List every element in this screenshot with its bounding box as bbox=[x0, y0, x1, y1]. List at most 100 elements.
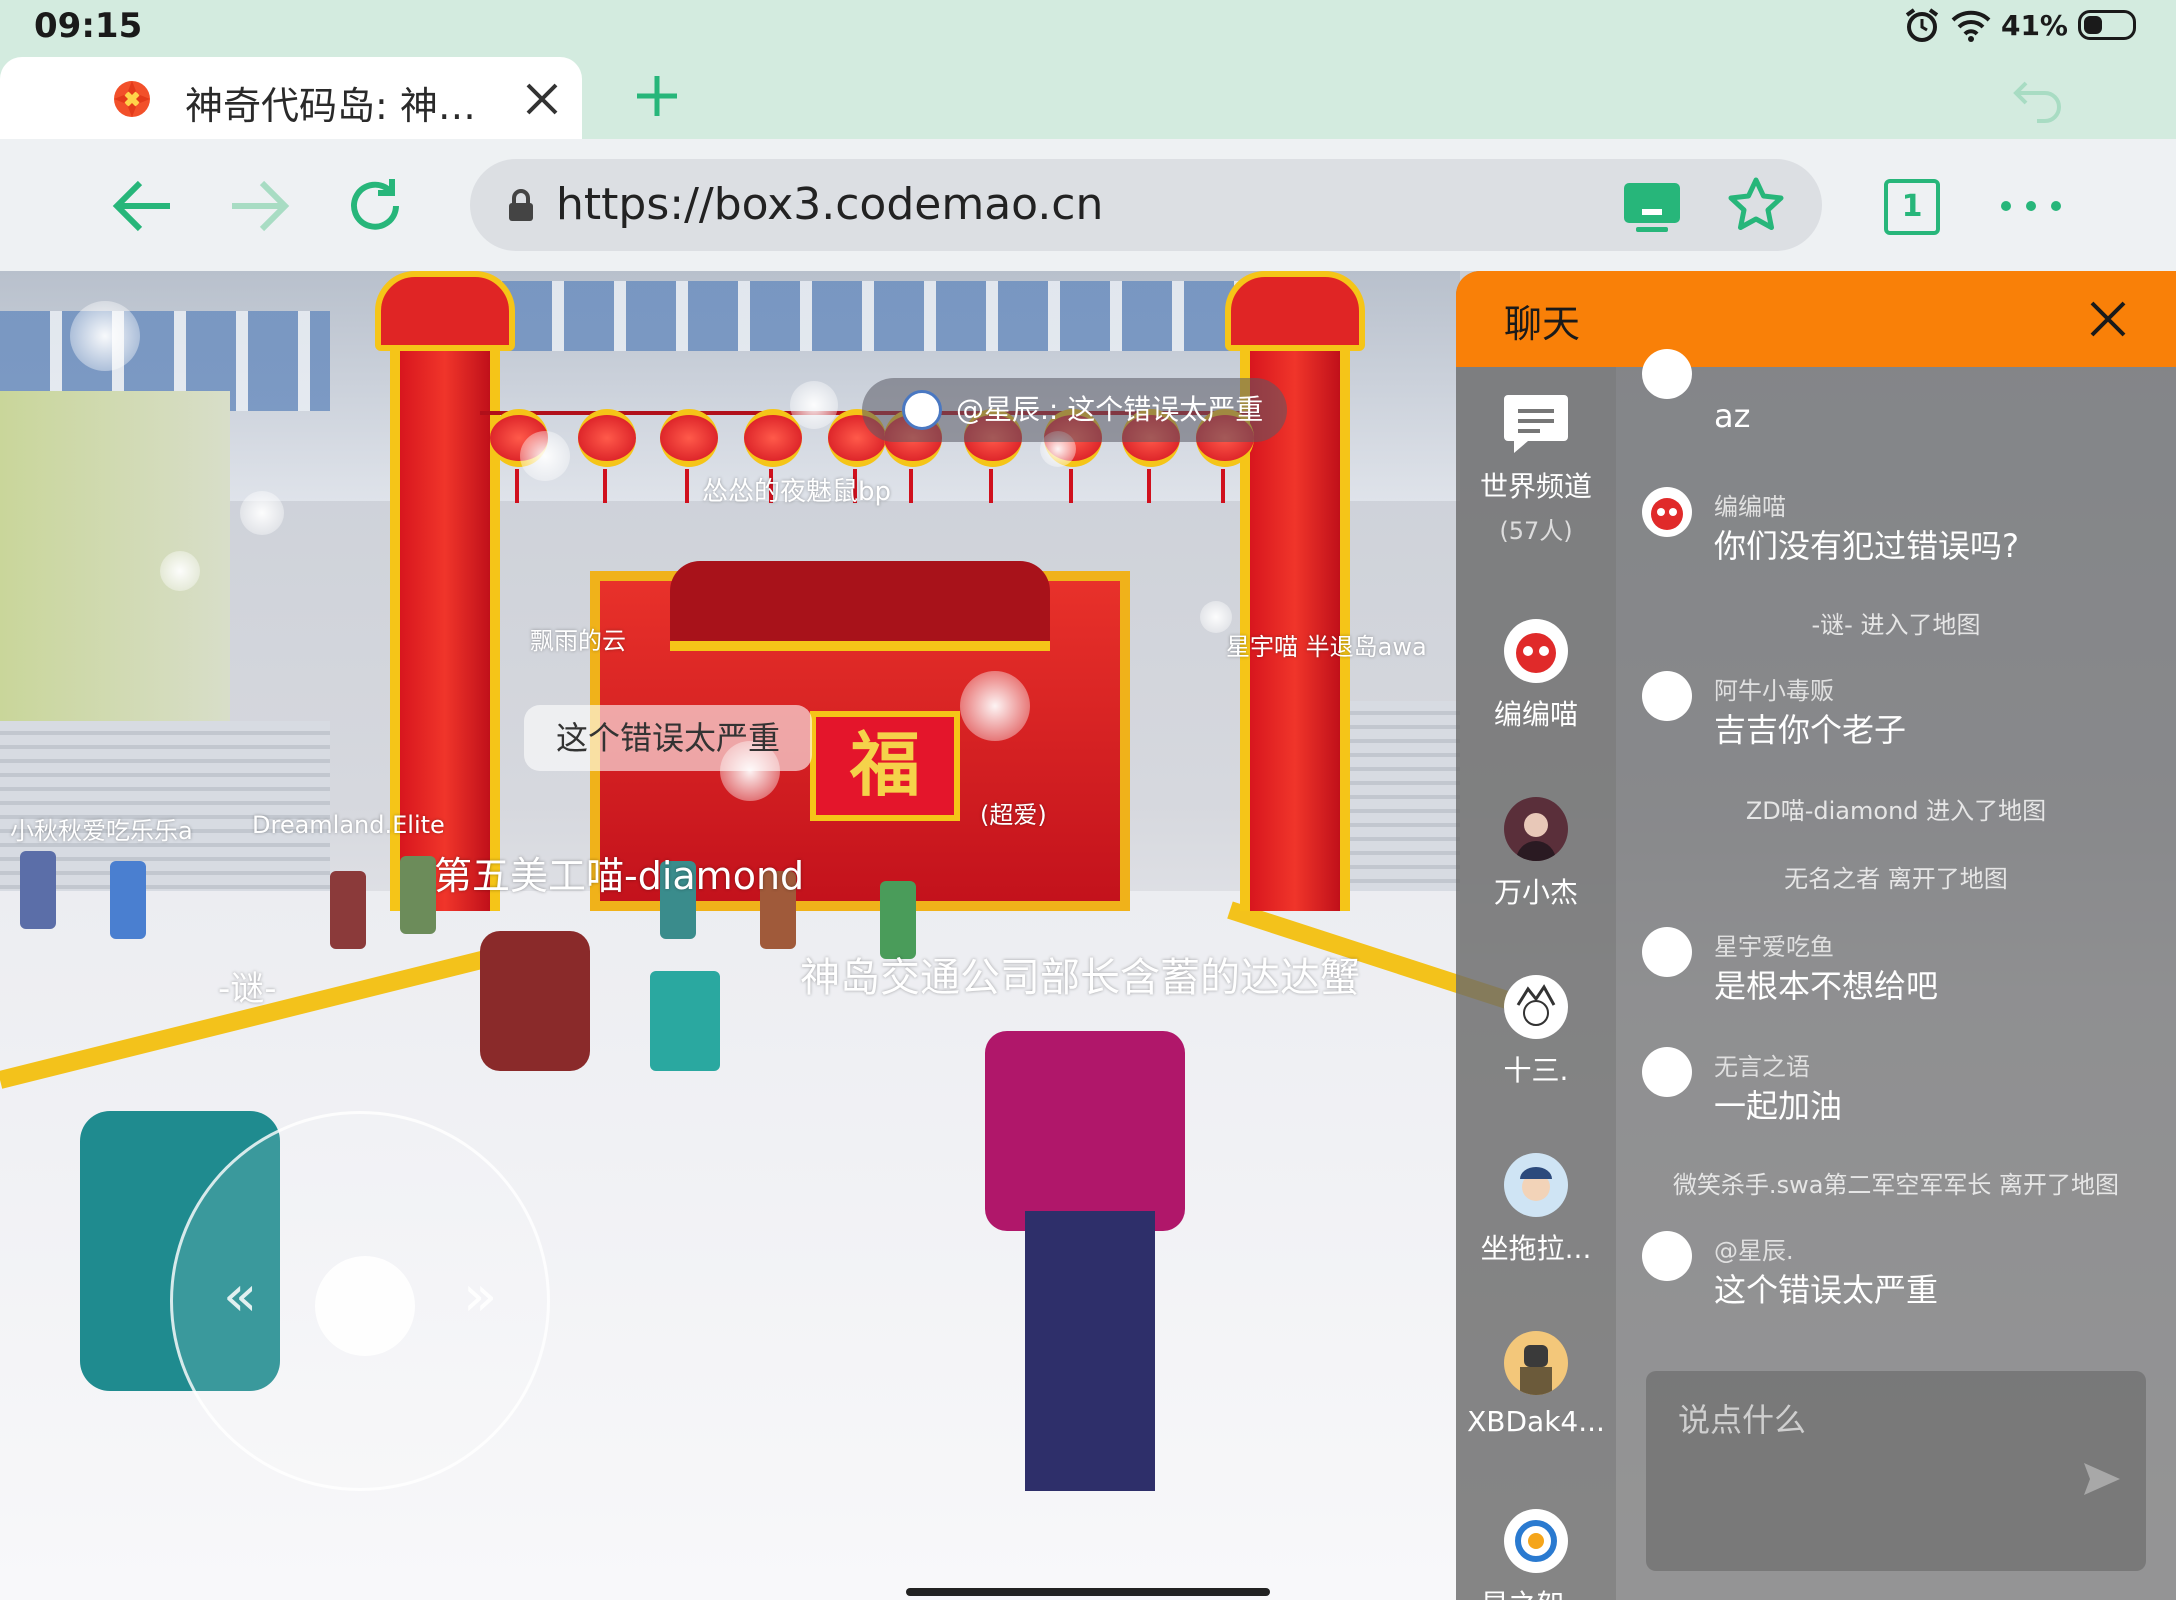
avatar bbox=[1504, 797, 1568, 861]
battery-icon bbox=[2078, 10, 2136, 40]
channel-user[interactable]: 编编喵 bbox=[1456, 619, 1616, 733]
tab-switcher-button[interactable]: 1 bbox=[1884, 179, 1940, 235]
message-sender: @星辰. bbox=[1714, 1237, 1794, 1265]
message-sender: 编编喵 bbox=[1714, 493, 1786, 521]
channel-user[interactable]: 星之恕... bbox=[1456, 1509, 1616, 1600]
player-character-head bbox=[985, 1031, 1185, 1231]
scene-player bbox=[480, 931, 590, 1071]
scene-gate-roof bbox=[670, 561, 1050, 651]
avatar bbox=[1504, 619, 1568, 683]
avatar bbox=[1504, 1153, 1568, 1217]
channel-name: 星之恕... bbox=[1461, 1583, 1611, 1600]
channel-user[interactable]: 十三. bbox=[1456, 975, 1616, 1089]
message-sender: 阿牛小毒贩 bbox=[1714, 677, 1834, 705]
joystick-left-arrow-icon: « bbox=[223, 1264, 258, 1329]
player-name-label: 第五美工喵-diamond bbox=[434, 854, 805, 898]
message-text: 你们没有犯过错误吗? bbox=[1714, 527, 2019, 565]
channel-list: 世界频道 (57人) 编编喵 万小杰 十三. 坐拖拉... XBDak4... … bbox=[1456, 367, 1616, 1600]
player-name-label: (超爱) bbox=[980, 801, 1047, 829]
avatar bbox=[1504, 975, 1568, 1039]
chat-input[interactable]: 说点什么 bbox=[1646, 1371, 2146, 1571]
chat-input-placeholder: 说点什么 bbox=[1678, 1401, 1807, 1439]
channel-name: 十三. bbox=[1503, 1054, 1569, 1087]
avatar bbox=[1504, 1509, 1568, 1573]
chat-bubble-top: @星辰.: 这个错误太严重 bbox=[862, 378, 1288, 442]
system-message: 无名之者 离开了地图 bbox=[1784, 865, 2008, 893]
tab-strip: 神奇代码岛: 神… bbox=[0, 55, 2176, 139]
channel-world[interactable]: 世界频道 (57人) bbox=[1456, 391, 1616, 546]
avatar bbox=[1642, 927, 1692, 977]
cast-screen-icon[interactable] bbox=[1622, 181, 1682, 233]
avatar bbox=[1642, 349, 1692, 399]
chat-panel: 聊天 世界频道 (57人) 编编喵 万小杰 十三. 坐拖拉... XBDak4.… bbox=[1456, 271, 2176, 1600]
lock-icon bbox=[509, 189, 533, 221]
message-text: 吉吉你个老子 bbox=[1714, 711, 1907, 749]
site-favicon-icon bbox=[114, 81, 150, 117]
player-name-label: 小秋秋爱吃乐乐a bbox=[10, 817, 193, 845]
forward-arrow-icon[interactable] bbox=[226, 173, 292, 239]
close-chat-icon[interactable] bbox=[2086, 297, 2130, 341]
message-text: 是根本不想给吧 bbox=[1714, 967, 1939, 1005]
channel-user[interactable]: 坐拖拉... bbox=[1456, 1153, 1616, 1267]
player-name-label: 神岛交通公司部长含蓄的达达蟹 bbox=[800, 955, 1360, 1001]
scene-snowflake bbox=[240, 491, 284, 535]
home-indicator[interactable] bbox=[906, 1588, 1270, 1596]
send-icon[interactable] bbox=[2082, 1459, 2122, 1499]
joystick-knob[interactable] bbox=[315, 1256, 415, 1356]
back-arrow-icon[interactable] bbox=[110, 173, 176, 239]
channel-name: 万小杰 bbox=[1493, 876, 1578, 909]
bubble-avatar bbox=[902, 390, 942, 430]
avatar bbox=[1642, 671, 1692, 721]
avatar bbox=[1642, 487, 1692, 537]
world-chat-icon bbox=[1504, 395, 1568, 453]
close-tab-icon[interactable] bbox=[522, 79, 562, 119]
more-menu-icon[interactable] bbox=[1996, 191, 2066, 221]
status-icons: 41% bbox=[1903, 6, 2136, 44]
joystick-right-arrow-icon: » bbox=[463, 1264, 498, 1329]
scene-snowflake bbox=[790, 381, 838, 429]
address-bar[interactable]: https://box3.codemao.cn bbox=[470, 159, 1822, 251]
status-bar: 09:15 41% bbox=[0, 0, 2176, 55]
status-time: 09:15 bbox=[34, 6, 143, 46]
channel-name: 坐拖拉... bbox=[1480, 1232, 1592, 1265]
scene-snowflake bbox=[520, 431, 570, 481]
scene-player bbox=[20, 851, 56, 929]
scene-lantern bbox=[660, 409, 718, 503]
url-text[interactable]: https://box3.codemao.cn bbox=[556, 179, 1103, 230]
message-text: 一起加油 bbox=[1714, 1087, 1843, 1125]
bubble-top-text: @星辰.: 这个错误太严重 bbox=[956, 393, 1264, 426]
player-name-label: Dreamland.Elite bbox=[252, 811, 445, 839]
system-message: ZD喵-diamond 进入了地图 bbox=[1745, 797, 2047, 825]
scene-windows bbox=[440, 281, 1260, 351]
movement-joystick[interactable]: » « bbox=[170, 1111, 550, 1491]
avatar bbox=[1642, 1047, 1692, 1097]
new-tab-icon[interactable] bbox=[634, 73, 680, 119]
player-name-label: -谜- bbox=[218, 969, 277, 1009]
player-character-body bbox=[1025, 1211, 1155, 1491]
scene-lantern bbox=[578, 409, 636, 503]
avatar bbox=[1504, 1331, 1568, 1395]
avatar bbox=[1642, 1231, 1692, 1281]
scene-pillar-cap-right bbox=[1225, 271, 1365, 351]
chat-header: 聊天 bbox=[1456, 271, 2176, 367]
message-text: az bbox=[1714, 397, 1751, 435]
channel-name: 世界频道 bbox=[1479, 470, 1592, 503]
player-name-label: 怂怂的夜魅鼠bp bbox=[702, 477, 892, 507]
scene-player bbox=[110, 861, 146, 939]
reload-icon[interactable] bbox=[342, 173, 408, 239]
browser-tab[interactable]: 神奇代码岛: 神… bbox=[0, 57, 582, 139]
channel-user[interactable]: XBDak4... bbox=[1456, 1331, 1616, 1438]
wifi-icon bbox=[1951, 10, 1991, 42]
channel-name: XBDak4... bbox=[1467, 1405, 1605, 1438]
scene-snowflake bbox=[70, 301, 140, 371]
bookmark-star-icon[interactable] bbox=[1726, 175, 1786, 235]
undo-icon[interactable] bbox=[2012, 71, 2066, 125]
message-sender: 无言之语 bbox=[1714, 1053, 1810, 1081]
browser-toolbar: https://box3.codemao.cn 1 bbox=[0, 139, 2176, 271]
scene-player bbox=[650, 971, 720, 1071]
channel-user[interactable]: 万小杰 bbox=[1456, 797, 1616, 911]
scene-player bbox=[330, 871, 366, 949]
scene-snowflake bbox=[960, 671, 1030, 741]
channel-name: 编编喵 bbox=[1493, 698, 1578, 731]
system-message: 微笑杀手.swa第二军空军军长 离开了地图 bbox=[1672, 1171, 2120, 1199]
